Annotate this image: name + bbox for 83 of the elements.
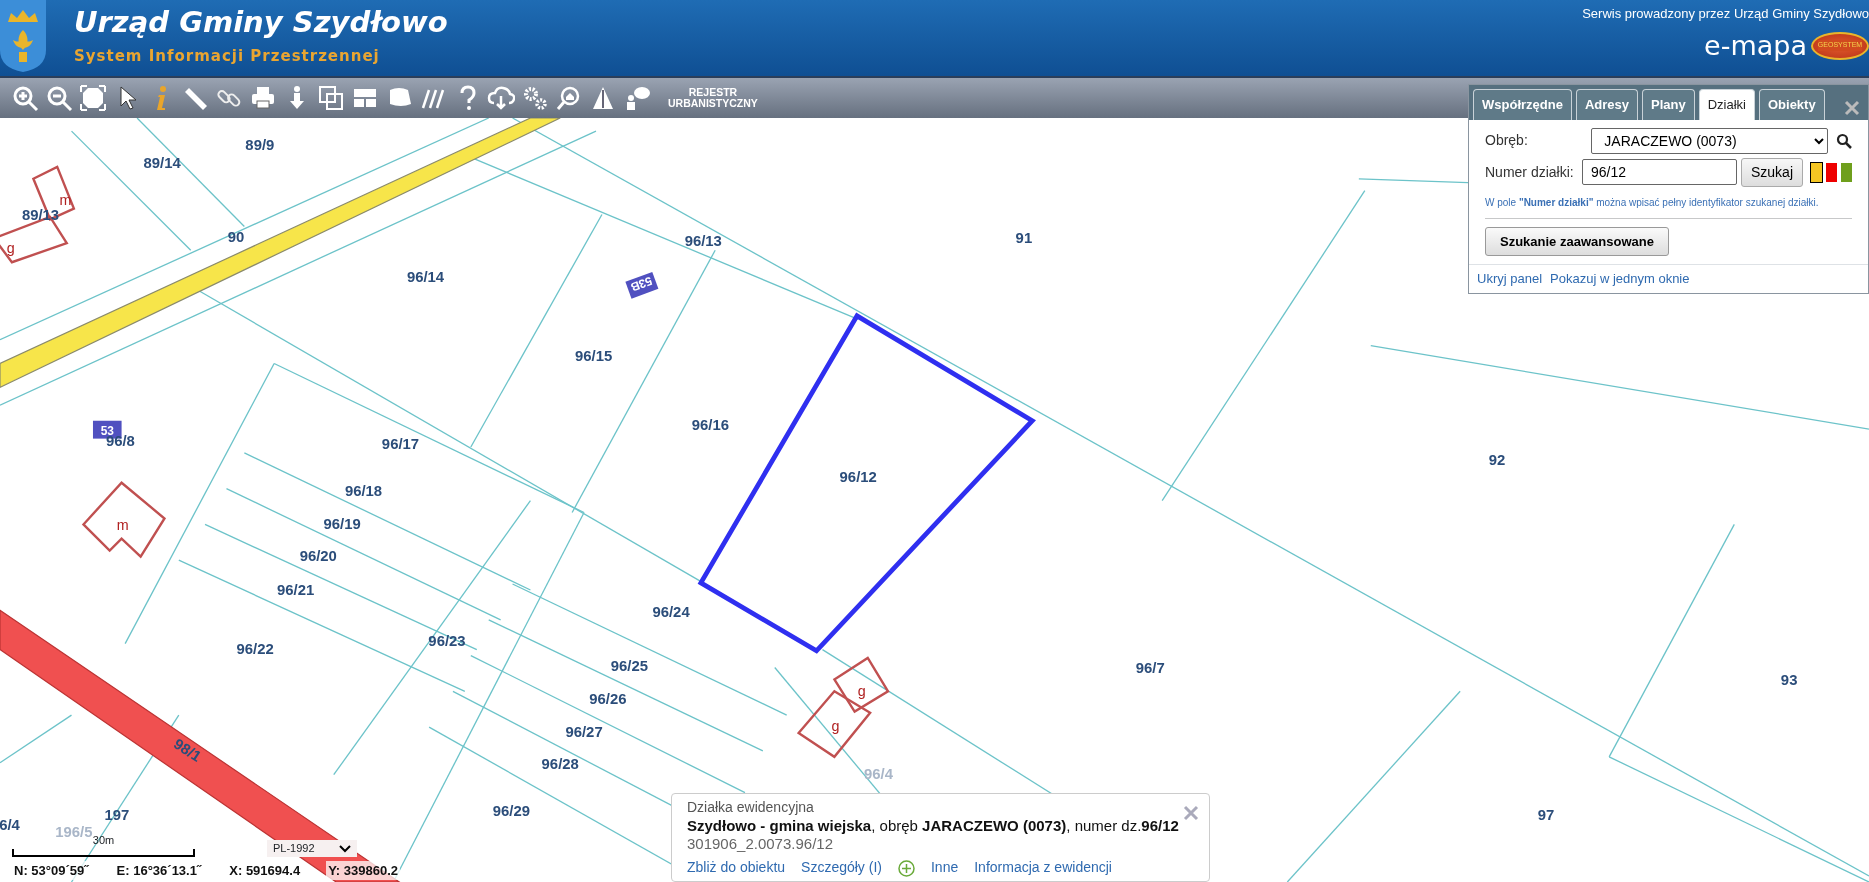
cloud-download-icon[interactable] <box>487 84 515 112</box>
address-plate: 53B <box>625 272 659 299</box>
field-label: Numer działki: <box>1485 162 1575 182</box>
parcel-number-field[interactable]: 96/12 <box>1581 159 1737 185</box>
parcel-number: 96/16 <box>691 417 730 434</box>
building-outline <box>832 656 890 714</box>
parcel-number: 96/12 <box>839 468 877 485</box>
parcel-number: 96/23 <box>428 633 466 649</box>
district-select[interactable]: JARACZEWO (0073) <box>1591 127 1828 154</box>
close-icon[interactable] <box>1844 100 1860 117</box>
parcel-number: 96/29 <box>492 803 530 820</box>
site-subtitle: System Informacji Przestrzennej <box>74 46 381 67</box>
panel-tab[interactable]: Działki <box>1698 89 1755 120</box>
parcel-number: 90 <box>227 228 245 245</box>
zoom-in-icon[interactable] <box>11 84 39 112</box>
building-code: g <box>831 717 840 734</box>
panel-link[interactable]: Pokazuj w jednym oknie <box>1550 269 1690 289</box>
projection-select[interactable]: PL-1992 <box>267 840 357 857</box>
coordinate-readout: N: 53°09´59˝ <box>12 860 91 880</box>
brand-name: e-mapa <box>1704 32 1807 59</box>
register-button[interactable]: REJESTR URBANISTYCZNY <box>662 87 764 109</box>
parcel-number: 93 <box>1780 672 1798 689</box>
parcel-description: Szydłowo - gmina wiejska, obręb JARACZEWO (0073), numer dz.96/12 <box>687 816 1180 836</box>
parcel-number: 96/22 <box>236 641 274 658</box>
panel-tab[interactable]: Współrzędne <box>1473 89 1572 120</box>
search-icon[interactable] <box>1836 133 1852 150</box>
color-swatch[interactable] <box>1841 162 1852 182</box>
field-label: Obręb: <box>1485 131 1529 150</box>
copy-icon[interactable] <box>317 84 345 112</box>
parcel-number: 6/4 <box>0 816 20 833</box>
parcel-number: 98/1 <box>171 735 204 765</box>
popup-heading: Działka ewidencyjna <box>687 799 814 817</box>
panel-link[interactable]: Ukryj panel <box>1477 269 1543 289</box>
parcel-number: 97 <box>1537 807 1555 823</box>
panel-tab[interactable]: Obiekty <box>1758 89 1825 120</box>
parcel-number: 96/18 <box>344 482 383 499</box>
parcel-number: 197 <box>104 807 130 823</box>
parcel-number: 96/14 <box>406 269 445 286</box>
panel-tab[interactable]: Adresy <box>1575 89 1638 120</box>
parcel-number: 96/21 <box>277 581 315 598</box>
parcel-number: 96/19 <box>323 516 361 533</box>
parcel-number: 96/4 <box>864 766 893 783</box>
color-swatch[interactable] <box>1811 162 1822 182</box>
full-extent-icon[interactable] <box>79 84 107 112</box>
parcel-number: 96/20 <box>299 548 337 565</box>
building-code: m <box>59 192 72 208</box>
popup-link[interactable]: Informacja z ewidencji <box>974 859 1112 877</box>
projection-name: PL-1992 <box>273 841 315 856</box>
hint-text: W pole "Numer działki" można wpisać pełny identyfikator szukanej działki. <box>1485 195 1820 210</box>
close-icon[interactable] <box>1183 804 1199 821</box>
site-title: Urząd Gminy Szydłowo <box>74 8 448 37</box>
parcel-number: 96/26 <box>589 691 627 708</box>
parcel-number: 96/13 <box>684 232 722 249</box>
parcel-number: 196/5 <box>55 823 93 840</box>
building-code: g <box>6 239 15 256</box>
coordinate-readout: Y: 339860.2 <box>326 860 400 880</box>
search-button[interactable]: Szukaj <box>1740 157 1803 187</box>
panel-tab[interactable]: Plany <box>1642 89 1695 120</box>
parcel-number: 92 <box>1488 451 1506 468</box>
building-code: g <box>857 683 866 700</box>
parcel-number: 89/14 <box>143 155 181 172</box>
printer-icon[interactable] <box>249 84 277 112</box>
parcel-number: 91 <box>1015 230 1033 247</box>
chevron-down-icon[interactable] <box>338 845 351 854</box>
parcel-number: 89/9 <box>245 137 275 154</box>
parcel-number: 96/28 <box>541 755 579 772</box>
plus-icon[interactable] <box>898 860 915 878</box>
parcel-number: 96/24 <box>652 604 690 621</box>
advanced-search-button[interactable]: Szukanie zaawansowane <box>1485 226 1669 256</box>
service-note: Serwis prowadzony przez Urząd Gminy Szydłowo <box>1582 5 1869 23</box>
parcel-number: 96/15 <box>575 348 613 365</box>
parcel-number: 96/17 <box>381 436 420 453</box>
parcel-number: 96/25 <box>610 658 648 675</box>
parcel-number: 96/27 <box>565 723 603 740</box>
parcel-number: 96/7 <box>1135 660 1165 677</box>
gears-icon[interactable] <box>521 84 549 112</box>
color-swatch[interactable] <box>1826 162 1837 182</box>
building-code: m <box>116 517 129 534</box>
zoom-out-icon[interactable] <box>45 84 73 112</box>
popup-link[interactable]: Szczegóły (I) <box>801 859 882 877</box>
parcel-identifier: 301906_2.0073.96/12 <box>687 835 834 854</box>
popup-link[interactable]: Inne <box>931 859 959 877</box>
popup-link[interactable]: Zbliż do obiektu <box>687 859 786 877</box>
